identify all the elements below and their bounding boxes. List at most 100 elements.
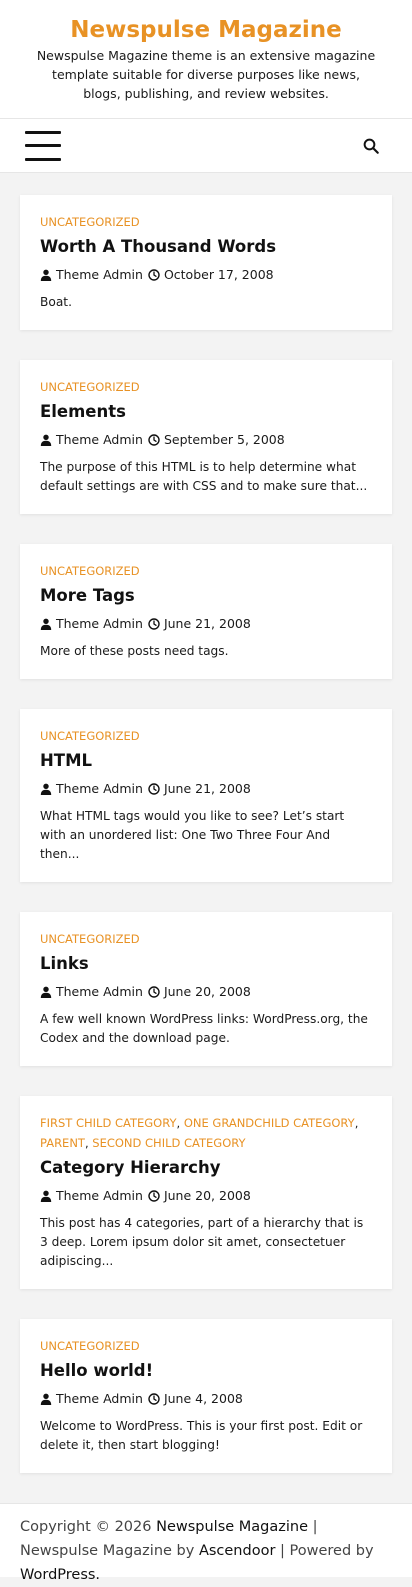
- author-name[interactable]: Theme Admin: [56, 1186, 143, 1206]
- post-title[interactable]: More Tags: [40, 584, 372, 608]
- clock-icon: [148, 986, 164, 998]
- post-card: UNCATEGORIZED Links Theme Admin June 20, 20…: [20, 912, 392, 1066]
- post-card: FIRST CHILD CATEGORY, ONE GRANDCHILD CAT…: [20, 1096, 392, 1289]
- post-title[interactable]: Worth A Thousand Words: [40, 235, 372, 259]
- site-footer: Copyright © 2026 Newspulse Magazine | Ne…: [0, 1503, 412, 1583]
- footer-separator: |: [312, 1519, 318, 1535]
- hamburger-menu-icon[interactable]: [25, 130, 61, 161]
- post-meta: Theme Admin September 5, 2008: [40, 430, 372, 450]
- post-date[interactable]: June 21, 2008: [148, 614, 251, 634]
- date-text[interactable]: June 4, 2008: [164, 1389, 243, 1409]
- user-icon: [40, 434, 56, 446]
- post-author[interactable]: Theme Admin: [40, 1186, 143, 1206]
- post-categories: UNCATEGORIZED: [40, 1336, 372, 1356]
- footer-wordpress-link[interactable]: WordPress.: [20, 1567, 100, 1583]
- post-excerpt: A few well known WordPress links: WordPr…: [40, 1012, 368, 1045]
- post-author[interactable]: Theme Admin: [40, 430, 143, 450]
- post-excerpt: Boat.: [40, 295, 72, 309]
- category-link[interactable]: FIRST CHILD CATEGORY: [40, 1116, 177, 1130]
- post-excerpt: This post has 4 categories, part of a hi…: [40, 1216, 364, 1268]
- post-card: UNCATEGORIZED Worth A Thousand Words Theme…: [20, 195, 392, 330]
- post-title[interactable]: HTML: [40, 749, 372, 773]
- category-link[interactable]: ONE GRANDCHILD CATEGORY: [184, 1116, 355, 1130]
- date-text[interactable]: June 20, 2008: [164, 1186, 251, 1206]
- user-icon: [40, 618, 56, 630]
- clock-icon: [148, 1190, 164, 1202]
- category-link[interactable]: UNCATEGORIZED: [40, 380, 140, 394]
- post-card: UNCATEGORIZED Hello world! Theme Admin June…: [20, 1319, 392, 1473]
- author-name[interactable]: Theme Admin: [56, 1389, 143, 1409]
- post-date[interactable]: June 4, 2008: [148, 1389, 243, 1409]
- post-author[interactable]: Theme Admin: [40, 779, 143, 799]
- post-meta: Theme Admin October 17, 2008: [40, 265, 372, 285]
- post-author[interactable]: Theme Admin: [40, 1389, 143, 1409]
- nav-bar: [0, 119, 412, 173]
- category-link[interactable]: UNCATEGORIZED: [40, 215, 140, 229]
- date-text[interactable]: June 20, 2008: [164, 982, 251, 1002]
- user-icon: [40, 269, 56, 281]
- author-name[interactable]: Theme Admin: [56, 614, 143, 634]
- post-title[interactable]: Hello world!: [40, 1359, 372, 1383]
- post-author[interactable]: Theme Admin: [40, 982, 143, 1002]
- date-text[interactable]: October 17, 2008: [164, 265, 274, 285]
- user-icon: [40, 986, 56, 998]
- post-categories: UNCATEGORIZED: [40, 929, 372, 949]
- post-categories: UNCATEGORIZED: [40, 377, 372, 397]
- post-date[interactable]: September 5, 2008: [148, 430, 285, 450]
- category-separator: ,: [354, 1116, 359, 1130]
- date-text[interactable]: June 21, 2008: [164, 779, 251, 799]
- post-meta: Theme Admin June 4, 2008: [40, 1389, 372, 1409]
- post-categories: UNCATEGORIZED: [40, 726, 372, 746]
- post-title[interactable]: Elements: [40, 400, 372, 424]
- author-name[interactable]: Theme Admin: [56, 982, 143, 1002]
- post-date[interactable]: June 20, 2008: [148, 982, 251, 1002]
- clock-icon: [148, 269, 164, 281]
- author-name[interactable]: Theme Admin: [56, 265, 143, 285]
- author-name[interactable]: Theme Admin: [56, 430, 143, 450]
- date-text[interactable]: June 21, 2008: [164, 614, 251, 634]
- post-categories: UNCATEGORIZED: [40, 212, 372, 232]
- category-link[interactable]: SECOND CHILD CATEGORY: [92, 1136, 245, 1150]
- post-meta: Theme Admin June 20, 2008: [40, 1186, 372, 1206]
- post-date[interactable]: October 17, 2008: [148, 265, 274, 285]
- footer-author-link[interactable]: Ascendoor: [199, 1543, 275, 1559]
- footer-site-link[interactable]: Newspulse Magazine: [156, 1519, 308, 1535]
- post-categories: UNCATEGORIZED: [40, 561, 372, 581]
- post-excerpt: More of these posts need tags.: [40, 644, 229, 658]
- user-icon: [40, 1190, 56, 1202]
- post-card: UNCATEGORIZED More Tags Theme Admin June 21…: [20, 544, 392, 679]
- site-header: Newspulse Magazine Newspulse Magazine th…: [0, 0, 412, 119]
- category-link[interactable]: PARENT: [40, 1136, 85, 1150]
- site-description: Newspulse Magazine theme is an extensive…: [36, 48, 376, 101]
- category-link[interactable]: UNCATEGORIZED: [40, 729, 140, 743]
- clock-icon: [148, 1393, 164, 1405]
- post-list: UNCATEGORIZED Worth A Thousand Words Theme…: [0, 173, 412, 1473]
- search-icon[interactable]: [362, 137, 380, 155]
- post-title[interactable]: Category Hierarchy: [40, 1156, 372, 1180]
- category-link[interactable]: UNCATEGORIZED: [40, 564, 140, 578]
- footer-powered-text: Powered by: [289, 1543, 374, 1559]
- post-date[interactable]: June 21, 2008: [148, 779, 251, 799]
- copyright-text: Copyright © 2026: [20, 1519, 152, 1535]
- post-author[interactable]: Theme Admin: [40, 265, 143, 285]
- clock-icon: [148, 434, 164, 446]
- post-title[interactable]: Links: [40, 952, 372, 976]
- category-link[interactable]: UNCATEGORIZED: [40, 932, 140, 946]
- category-link[interactable]: UNCATEGORIZED: [40, 1339, 140, 1353]
- post-categories: FIRST CHILD CATEGORY, ONE GRANDCHILD CAT…: [40, 1113, 372, 1153]
- author-name[interactable]: Theme Admin: [56, 779, 143, 799]
- clock-icon: [148, 783, 164, 795]
- post-author[interactable]: Theme Admin: [40, 614, 143, 634]
- user-icon: [40, 1393, 56, 1405]
- post-meta: Theme Admin June 21, 2008: [40, 614, 372, 634]
- user-icon: [40, 783, 56, 795]
- clock-icon: [148, 618, 164, 630]
- category-separator: ,: [176, 1116, 184, 1130]
- post-date[interactable]: June 20, 2008: [148, 1186, 251, 1206]
- date-text[interactable]: September 5, 2008: [164, 430, 285, 450]
- footer-separator: |: [280, 1543, 285, 1559]
- post-excerpt: The purpose of this HTML is to help dete…: [40, 460, 368, 493]
- post-meta: Theme Admin June 20, 2008: [40, 982, 372, 1002]
- footer-theme-text: Newspulse Magazine by: [20, 1543, 195, 1559]
- site-title[interactable]: Newspulse Magazine: [20, 16, 392, 44]
